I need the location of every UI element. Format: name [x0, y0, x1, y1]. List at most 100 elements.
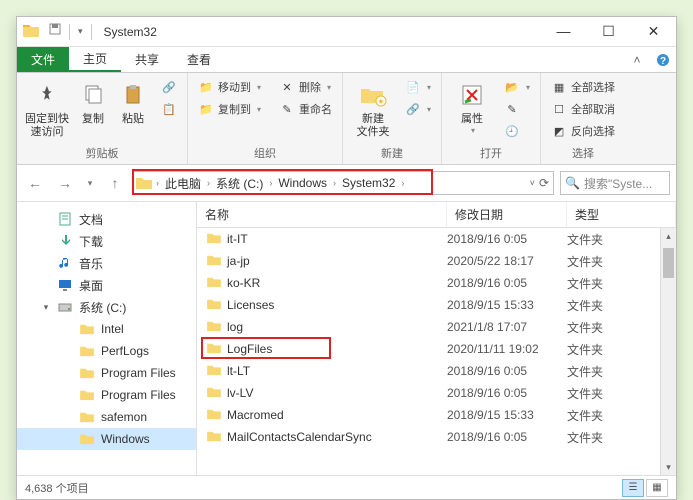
doc-icon: [57, 211, 73, 227]
table-row[interactable]: Licenses2018/9/15 15:33文件夹: [197, 294, 676, 316]
minimize-button[interactable]: —: [541, 17, 586, 45]
copy-path-button[interactable]: 🔗: [157, 77, 181, 97]
tab-share[interactable]: 共享: [121, 47, 173, 72]
ribbon-tabs: 文件 主页 共享 查看 ˄ ?: [17, 47, 676, 73]
nav-item[interactable]: Program Files: [17, 362, 196, 384]
file-name: ko-KR: [227, 276, 260, 290]
address-bar[interactable]: › 此电脑› 系统 (C:)› Windows› System32› ˅⟳: [133, 171, 554, 195]
back-button[interactable]: ←: [23, 171, 47, 195]
rename-icon: ✎: [279, 101, 295, 117]
tab-home[interactable]: 主页: [69, 47, 121, 72]
tab-file[interactable]: 文件: [17, 47, 69, 72]
properties-icon: [456, 79, 488, 111]
file-list[interactable]: it-IT2018/9/16 0:05文件夹ja-jp2020/5/22 18:…: [197, 228, 676, 475]
move-to-button[interactable]: 📁移动到▾: [194, 77, 265, 97]
nav-tree[interactable]: 文档下载音乐桌面▾系统 (C:)IntelPerfLogsProgram Fil…: [17, 202, 197, 475]
window-title: System32: [104, 25, 541, 39]
group-new: ★ 新建 文件夹 📄▾ 🔗▾ 新建: [343, 73, 442, 164]
refresh-button[interactable]: ⟳: [539, 176, 549, 190]
file-date: 2018/9/16 0:05: [447, 364, 567, 378]
file-name: lv-LV: [227, 386, 253, 400]
tab-view[interactable]: 查看: [173, 47, 225, 72]
nav-item[interactable]: ▾系统 (C:): [17, 296, 196, 318]
forward-button[interactable]: →: [53, 171, 77, 195]
table-row[interactable]: log2021/1/8 17:07文件夹: [197, 316, 676, 338]
col-date[interactable]: 修改日期: [447, 202, 567, 227]
file-date: 2018/9/16 0:05: [447, 276, 567, 290]
up-button[interactable]: ↑: [103, 171, 127, 195]
download-icon: [57, 233, 73, 249]
scroll-thumb[interactable]: [663, 248, 674, 278]
scroll-up-icon[interactable]: ▴: [661, 228, 676, 244]
nav-item[interactable]: Intel: [17, 318, 196, 340]
table-row[interactable]: it-IT2018/9/16 0:05文件夹: [197, 228, 676, 250]
folder-icon: [134, 176, 154, 190]
table-row[interactable]: LogFiles2020/11/11 19:02文件夹: [197, 338, 676, 360]
nav-item[interactable]: 桌面: [17, 274, 196, 296]
table-row[interactable]: lt-LT2018/9/16 0:05文件夹: [197, 360, 676, 382]
table-row[interactable]: ko-KR2018/9/16 0:05文件夹: [197, 272, 676, 294]
select-all-button[interactable]: ▦全部选择: [547, 77, 619, 97]
help-button[interactable]: ?: [650, 47, 676, 72]
nav-label: safemon: [101, 410, 147, 424]
dropdown-icon[interactable]: ˅: [530, 178, 535, 188]
file-date: 2021/1/8 17:07: [447, 320, 567, 334]
open-button[interactable]: 📂▾: [500, 77, 534, 97]
table-row[interactable]: lv-LV2018/9/16 0:05文件夹: [197, 382, 676, 404]
file-name: Licenses: [227, 298, 274, 312]
nav-item[interactable]: PerfLogs: [17, 340, 196, 362]
paste-button[interactable]: 粘贴: [115, 77, 151, 126]
group-clipboard: 固定到快 速访问 复制 粘贴 🔗 📋 剪贴板: [17, 73, 188, 164]
paste-shortcut-button[interactable]: 📋: [157, 99, 181, 119]
easy-access-button[interactable]: 🔗▾: [401, 99, 435, 119]
select-none-button[interactable]: ☐全部取消: [547, 99, 619, 119]
nav-item[interactable]: 音乐: [17, 252, 196, 274]
rename-button[interactable]: ✎重命名: [275, 99, 336, 119]
invert-selection-button[interactable]: ◩反向选择: [547, 121, 619, 141]
search-box[interactable]: 🔍 搜索"Syste...: [560, 171, 670, 195]
copy-button[interactable]: 复制: [75, 77, 111, 126]
edit-button[interactable]: ✎: [500, 99, 534, 119]
close-button[interactable]: ✕: [631, 17, 676, 45]
table-row[interactable]: Macromed2018/9/15 15:33文件夹: [197, 404, 676, 426]
scroll-down-icon[interactable]: ▾: [661, 459, 676, 475]
save-icon[interactable]: [49, 23, 63, 41]
delete-button[interactable]: ✕删除▾: [275, 77, 336, 97]
nav-item[interactable]: Windows: [17, 428, 196, 450]
folder-icon: [79, 409, 95, 425]
pin-button[interactable]: 固定到快 速访问: [23, 77, 71, 139]
recent-button[interactable]: ▾: [83, 171, 97, 195]
item-count: 4,638 个项目: [25, 480, 89, 496]
nav-item[interactable]: Program Files: [17, 384, 196, 406]
crumb[interactable]: Windows: [274, 176, 331, 190]
nav-label: 音乐: [79, 255, 103, 272]
scrollbar[interactable]: ▴ ▾: [660, 228, 676, 475]
crumb[interactable]: 此电脑: [161, 175, 205, 192]
move-icon: 📁: [198, 79, 214, 95]
new-folder-button[interactable]: ★ 新建 文件夹: [349, 77, 397, 139]
history-button[interactable]: 🕘: [500, 121, 534, 141]
nav-item[interactable]: safemon: [17, 406, 196, 428]
col-name[interactable]: 名称: [197, 202, 447, 227]
new-item-button[interactable]: 📄▾: [401, 77, 435, 97]
pin-icon: [31, 79, 63, 111]
maximize-button[interactable]: ☐: [586, 17, 631, 45]
collapse-ribbon-button[interactable]: ˄: [624, 47, 650, 72]
main: 文档下载音乐桌面▾系统 (C:)IntelPerfLogsProgram Fil…: [17, 201, 676, 475]
file-date: 2018/9/15 15:33: [447, 298, 567, 312]
folder-icon: [207, 408, 221, 423]
crumb[interactable]: 系统 (C:): [212, 175, 267, 192]
nav-item[interactable]: 文档: [17, 208, 196, 230]
table-row[interactable]: MailContactsCalendarSync2018/9/16 0:05文件…: [197, 426, 676, 448]
file-date: 2018/9/16 0:05: [447, 386, 567, 400]
table-row[interactable]: ja-jp2020/5/22 18:17文件夹: [197, 250, 676, 272]
crumb[interactable]: System32: [338, 176, 399, 190]
qat-dropdown-icon[interactable]: ▾: [74, 26, 87, 37]
col-type[interactable]: 类型: [567, 202, 676, 227]
shortcut-icon: 📋: [161, 101, 177, 117]
details-view-button[interactable]: ☰: [622, 479, 644, 497]
icons-view-button[interactable]: ▦: [646, 479, 668, 497]
copy-to-button[interactable]: 📁复制到▾: [194, 99, 265, 119]
nav-item[interactable]: 下载: [17, 230, 196, 252]
properties-button[interactable]: 属性 ▾: [448, 77, 496, 135]
